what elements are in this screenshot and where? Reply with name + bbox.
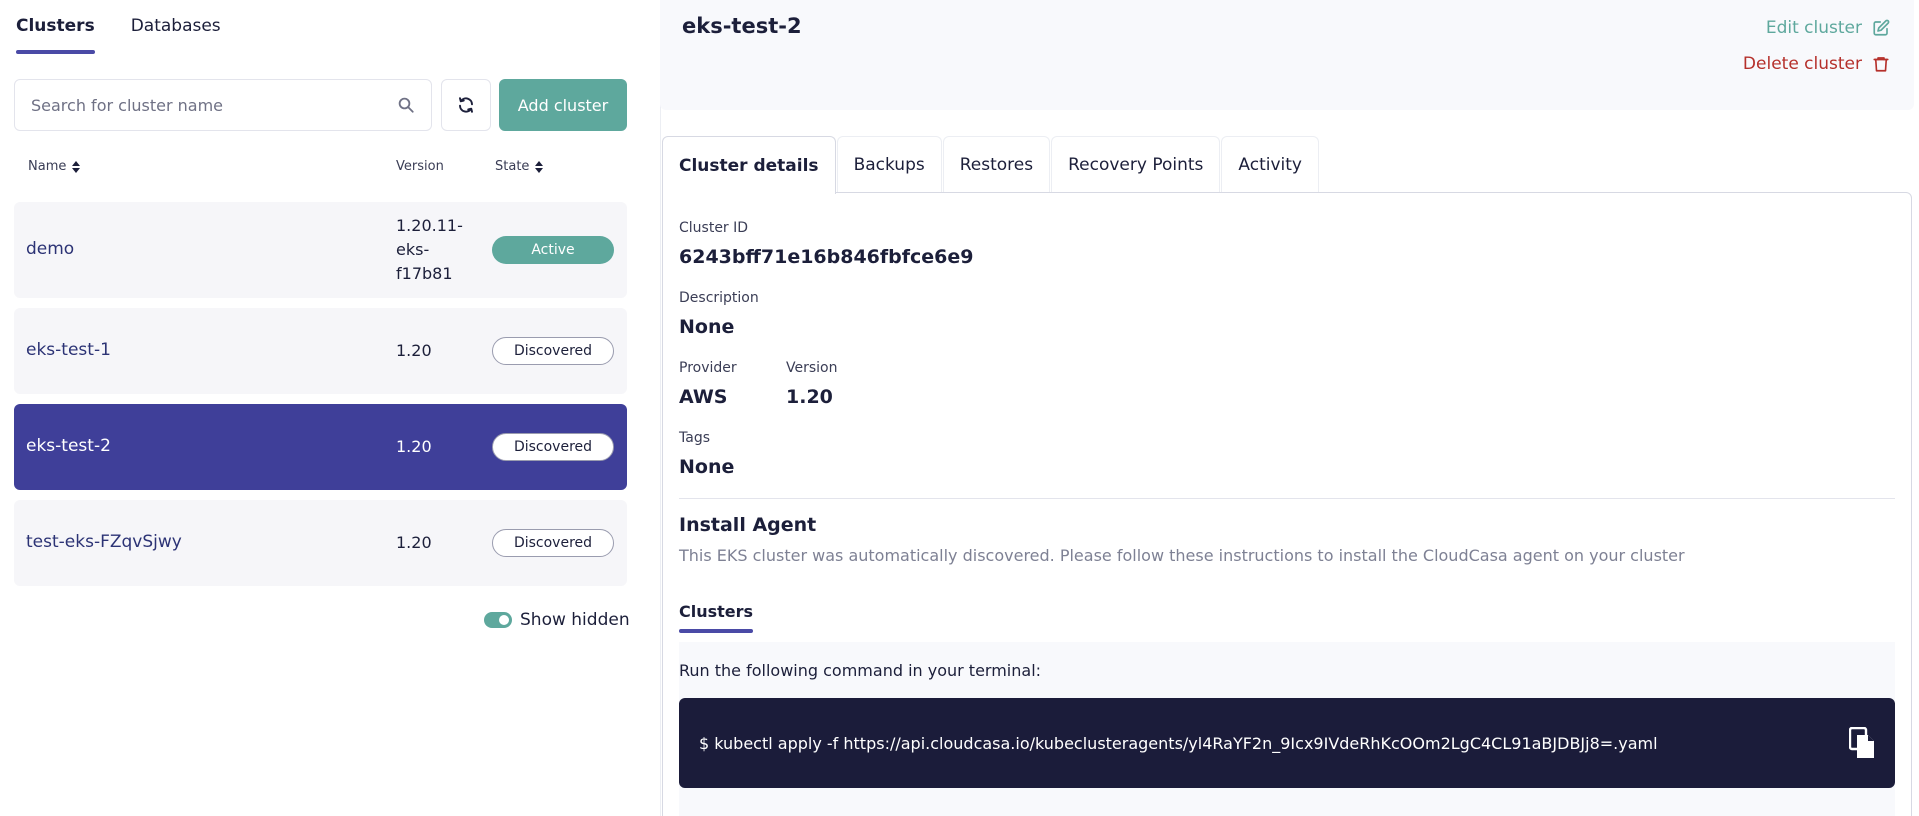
search-icon[interactable] xyxy=(397,96,415,114)
cluster-list-panel: Clusters Databases Add cluster Name Vers… xyxy=(0,0,640,816)
cluster-name: demo xyxy=(26,239,75,259)
provider-label: Provider xyxy=(679,360,737,376)
sort-icon xyxy=(535,160,544,173)
cluster-name: test-eks-FZqvSjwy xyxy=(26,532,182,552)
cluster-version: 1.20 xyxy=(396,341,432,360)
refresh-icon xyxy=(459,97,473,113)
run-command-instruction: Run the following command in your termin… xyxy=(679,661,1042,680)
sort-icon xyxy=(72,160,81,173)
panel-divider xyxy=(660,0,661,816)
delete-cluster-button[interactable]: Delete cluster xyxy=(1743,54,1890,74)
section-divider xyxy=(679,498,1895,499)
column-header-version: Version xyxy=(396,159,444,174)
trash-icon xyxy=(1873,57,1889,72)
tab-recovery-points[interactable]: Recovery Points xyxy=(1051,136,1221,192)
column-header-version-label: Version xyxy=(396,159,444,174)
cluster-details-panel: Cluster ID 6243bff71e16b846fbfce6e9 Desc… xyxy=(662,192,1912,816)
description-value: None xyxy=(679,316,735,338)
search-box xyxy=(14,79,432,131)
show-hidden-control: Show hidden xyxy=(484,610,630,630)
cluster-id-label: Cluster ID xyxy=(679,220,749,236)
install-agent-description: This EKS cluster was automatically disco… xyxy=(679,546,1685,565)
cluster-id-value: 6243bff71e16b846fbfce6e9 xyxy=(679,246,974,268)
column-header-state-label: State xyxy=(495,159,530,174)
install-agent-title: Install Agent xyxy=(679,514,817,536)
delete-cluster-label: Delete cluster xyxy=(1742,54,1862,74)
version-value: 1.20 xyxy=(786,386,833,408)
tab-clusters[interactable]: Clusters xyxy=(16,16,95,54)
command-text[interactable]: $ kubectl apply -f https://api.cloudcasa… xyxy=(699,734,1658,753)
show-hidden-label: Show hidden xyxy=(520,610,630,630)
status-badge: Discovered xyxy=(492,433,614,461)
column-header-state[interactable]: State xyxy=(495,159,544,174)
edit-cluster-label: Edit cluster xyxy=(1765,18,1862,38)
command-box: $ kubectl apply -f https://api.cloudcasa… xyxy=(679,698,1895,788)
column-header-name[interactable]: Name xyxy=(28,159,81,174)
tags-value: None xyxy=(679,456,735,478)
column-header-name-label: Name xyxy=(28,159,67,174)
version-label: Version xyxy=(786,360,838,376)
table-row[interactable]: demo 1.20.11- eks-f17b81 Active xyxy=(14,202,627,298)
copy-icon[interactable] xyxy=(1849,727,1875,759)
status-badge: Discovered xyxy=(492,529,614,557)
cluster-name: eks-test-2 xyxy=(26,436,111,456)
detail-header: eks-test-2 Edit cluster Delete cluster xyxy=(660,0,1914,110)
description-label: Description xyxy=(679,290,759,306)
page-title: eks-test-2 xyxy=(682,14,802,38)
cluster-name: eks-test-1 xyxy=(26,340,111,360)
tab-cluster-details[interactable]: Cluster details xyxy=(662,136,836,194)
add-cluster-button[interactable]: Add cluster xyxy=(499,79,627,131)
search-input[interactable] xyxy=(31,95,397,115)
status-badge: Active xyxy=(492,236,614,264)
cluster-version: 1.20.11- eks-f17b81 xyxy=(396,216,463,283)
edit-icon xyxy=(1873,19,1890,36)
provider-value: AWS xyxy=(679,386,728,408)
nav-tabs: Clusters Databases xyxy=(16,16,221,54)
table-row[interactable]: eks-test-2 1.20 Discovered xyxy=(14,404,627,490)
tab-databases[interactable]: Databases xyxy=(131,16,221,54)
tab-backups[interactable]: Backups xyxy=(836,136,942,192)
cluster-version: 1.20 xyxy=(396,437,432,456)
table-row[interactable]: eks-test-1 1.20 Discovered xyxy=(14,308,627,394)
tab-install-clusters[interactable]: Clusters xyxy=(679,602,754,633)
detail-tabs: Cluster details Backups Restores Recover… xyxy=(662,136,1320,194)
tab-restores[interactable]: Restores xyxy=(942,136,1051,192)
edit-cluster-button[interactable]: Edit cluster xyxy=(1766,18,1890,38)
command-section: Run the following command in your termin… xyxy=(679,642,1895,816)
cluster-version: 1.20 xyxy=(396,533,432,552)
status-badge: Discovered xyxy=(492,337,614,365)
show-hidden-toggle[interactable] xyxy=(484,612,512,628)
table-row[interactable]: test-eks-FZqvSjwy 1.20 Discovered xyxy=(14,500,627,586)
refresh-button[interactable] xyxy=(441,79,491,131)
tags-label: Tags xyxy=(679,430,710,446)
tab-activity[interactable]: Activity xyxy=(1221,136,1319,192)
